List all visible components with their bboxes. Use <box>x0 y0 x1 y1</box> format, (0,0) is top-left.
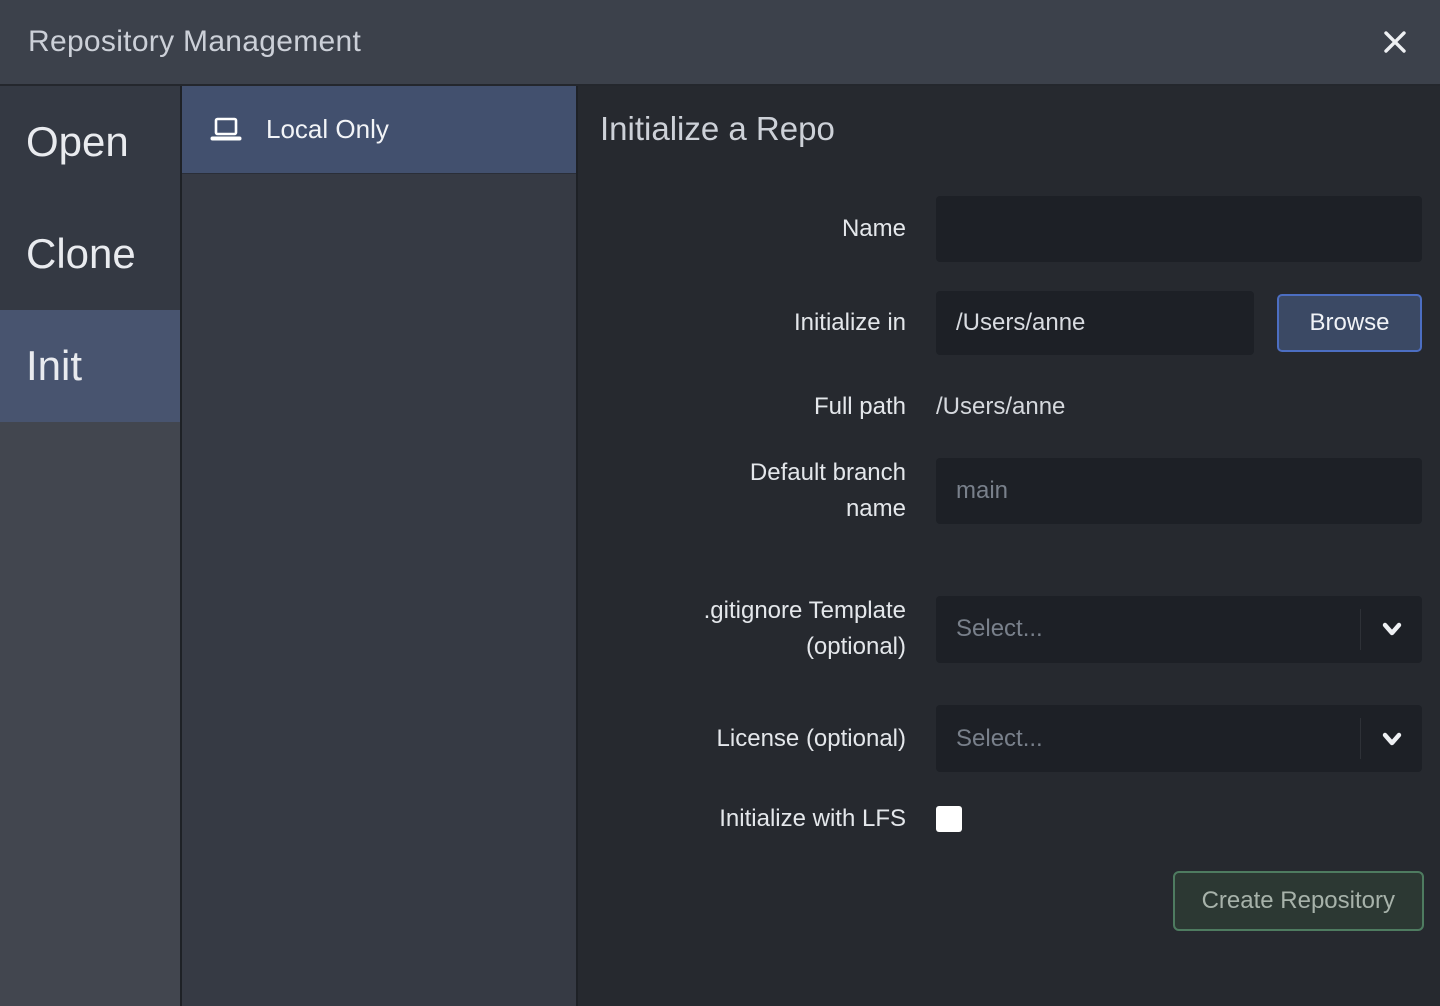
gitignore-label: .gitignore Template (optional) <box>634 593 906 665</box>
default-branch-field <box>936 458 1422 524</box>
license-row: License (optional) Select... <box>578 705 1424 772</box>
sidebar-filler <box>0 422 180 1006</box>
gitignore-select[interactable]: Select... <box>936 596 1422 663</box>
license-field: Select... <box>936 705 1422 772</box>
name-label: Name <box>634 211 906 247</box>
close-icon <box>1380 27 1410 57</box>
close-button[interactable] <box>1374 21 1416 63</box>
lfs-row: Initialize with LFS <box>578 805 1424 833</box>
full-path-row: Full path /Users/anne <box>578 385 1424 429</box>
source-item-local-only[interactable]: Local Only <box>182 86 576 174</box>
lfs-checkbox[interactable] <box>936 806 962 832</box>
license-select-value: Select... <box>956 725 1043 753</box>
gitignore-select-value: Select... <box>956 615 1043 643</box>
create-repository-row: Create Repository <box>578 871 1424 931</box>
name-row: Name <box>578 196 1424 262</box>
select-divider <box>1360 718 1361 759</box>
full-path-value: /Users/anne <box>936 393 1065 421</box>
select-divider <box>1360 609 1361 650</box>
source-item-label: Local Only <box>266 114 389 145</box>
initialize-in-row: Initialize in Browse <box>578 291 1424 355</box>
full-path-field: /Users/anne <box>936 393 1422 421</box>
dialog-title: Repository Management <box>28 25 361 59</box>
gitignore-field: Select... <box>936 596 1422 663</box>
panel-heading: Initialize a Repo <box>600 110 1424 148</box>
chevron-down-icon <box>1378 726 1406 752</box>
sidebar-tab-open[interactable]: Open <box>0 86 180 198</box>
browse-button[interactable]: Browse <box>1277 294 1422 352</box>
name-input[interactable] <box>936 196 1422 262</box>
lfs-field <box>936 806 1422 832</box>
lfs-label: Initialize with LFS <box>634 801 906 837</box>
default-branch-label: Default branch name <box>634 455 906 527</box>
dialog-body: Open Clone Init Local Only Initialize a … <box>0 86 1440 1006</box>
sidebar: Open Clone Init <box>0 86 182 1006</box>
laptop-icon <box>208 116 244 144</box>
source-list: Local Only <box>182 86 578 1006</box>
full-path-label: Full path <box>634 389 906 425</box>
initialize-in-label: Initialize in <box>634 305 906 341</box>
license-select[interactable]: Select... <box>936 705 1422 772</box>
init-repo-panel: Initialize a Repo Name Initialize in Bro… <box>578 86 1440 1006</box>
repository-management-dialog: Repository Management Open Clone Init Lo… <box>0 0 1440 1006</box>
name-field <box>936 196 1422 262</box>
titlebar: Repository Management <box>0 0 1440 86</box>
initialize-in-input[interactable] <box>936 291 1254 355</box>
default-branch-input[interactable] <box>936 458 1422 524</box>
license-label: License (optional) <box>634 721 906 757</box>
create-repository-button[interactable]: Create Repository <box>1173 871 1424 931</box>
sidebar-tab-init[interactable]: Init <box>0 310 180 422</box>
chevron-down-icon <box>1378 616 1406 642</box>
default-branch-row: Default branch name <box>578 455 1424 527</box>
gitignore-row: .gitignore Template (optional) Select... <box>578 593 1424 665</box>
sidebar-tab-clone[interactable]: Clone <box>0 198 180 310</box>
initialize-in-field: Browse <box>936 291 1422 355</box>
